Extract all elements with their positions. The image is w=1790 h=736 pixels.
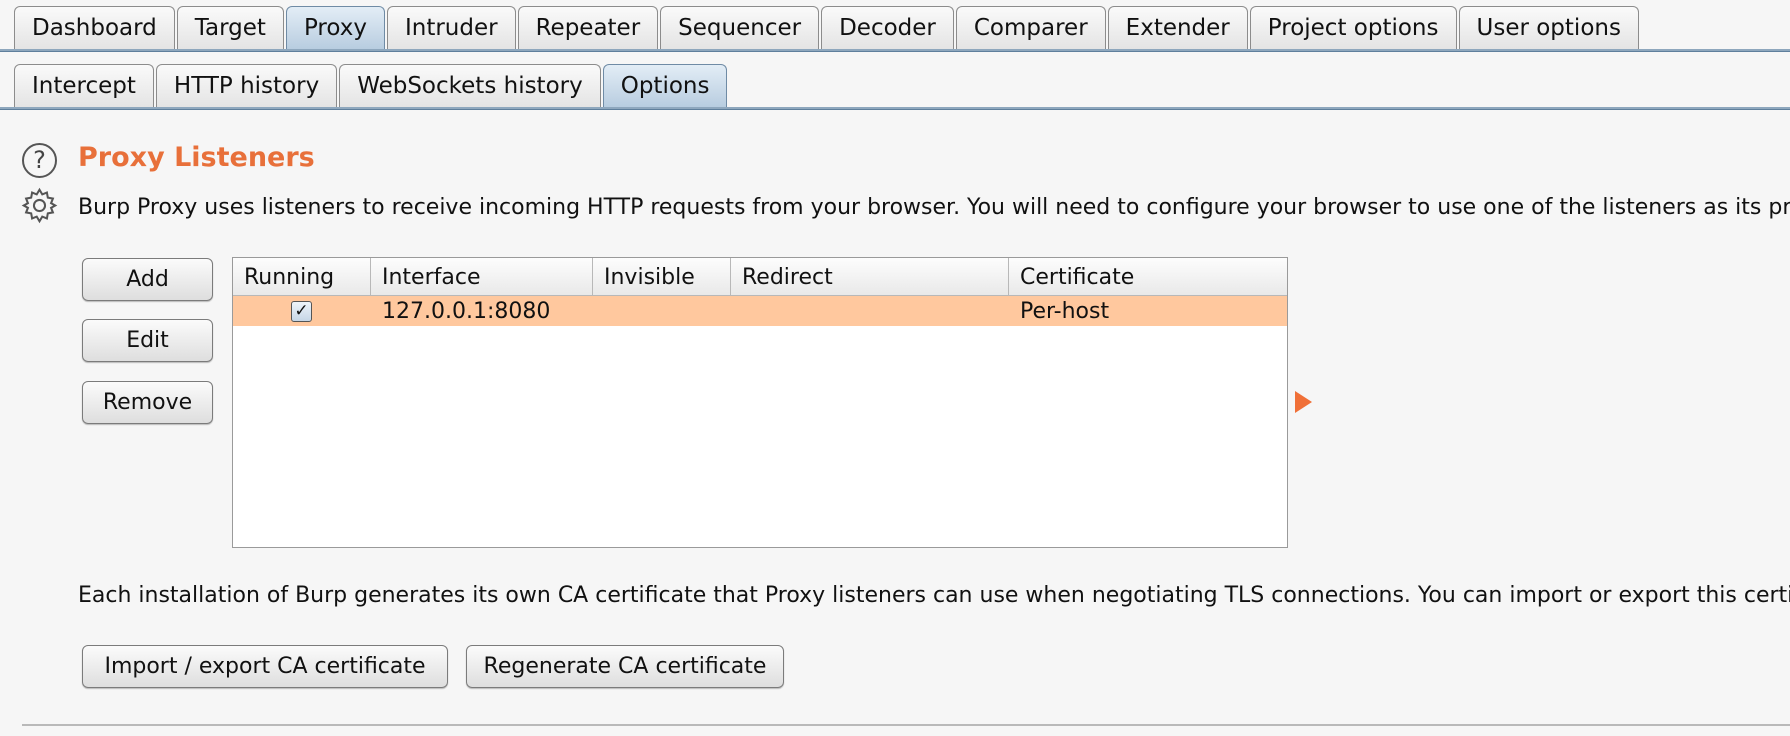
main-tab-bar-underline-dark — [0, 51, 1790, 52]
column-header-certificate[interactable]: Certificate — [1009, 258, 1287, 296]
tab-proxy[interactable]: Proxy — [285, 6, 385, 49]
gear-icon[interactable] — [21, 187, 58, 224]
listeners-table[interactable]: Running Interface Invisible Redirect Cer… — [232, 257, 1288, 548]
tab-user-options[interactable]: User options — [1458, 6, 1639, 49]
running-cell: ✓ — [233, 296, 371, 326]
proxy-sub-tab-bar: Intercept HTTP history WebSockets histor… — [0, 57, 1790, 107]
tab-decoder[interactable]: Decoder — [821, 6, 954, 49]
remove-button[interactable]: Remove — [82, 381, 213, 424]
running-checkbox[interactable]: ✓ — [291, 300, 312, 322]
interface-cell: 127.0.0.1:8080 — [382, 298, 551, 324]
tab-extender[interactable]: Extender — [1107, 6, 1248, 49]
column-header-interface[interactable]: Interface — [371, 258, 593, 296]
tab-websockets-history[interactable]: WebSockets history — [339, 64, 601, 107]
regenerate-ca-button[interactable]: Regenerate CA certificate — [466, 645, 784, 688]
tab-project-options[interactable]: Project options — [1249, 6, 1457, 49]
help-icon[interactable]: ? — [22, 143, 57, 178]
main-tab-bar: Dashboard Target Proxy Intruder Repeater… — [0, 0, 1790, 49]
section-divider — [22, 724, 1790, 726]
tab-dashboard[interactable]: Dashboard — [14, 6, 175, 49]
tab-intercept[interactable]: Intercept — [14, 64, 154, 107]
tab-sequencer[interactable]: Sequencer — [660, 6, 820, 49]
invisible-cell — [593, 296, 731, 326]
add-button[interactable]: Add — [82, 258, 213, 301]
tab-repeater[interactable]: Repeater — [517, 6, 659, 49]
expand-arrow-icon[interactable] — [1295, 391, 1312, 413]
section-title: Proxy Listeners — [78, 142, 315, 173]
redirect-cell — [731, 296, 1009, 326]
certificate-cell: Per-host — [1020, 298, 1110, 324]
tab-http-history[interactable]: HTTP history — [155, 64, 338, 107]
tab-intruder[interactable]: Intruder — [386, 6, 516, 49]
column-header-invisible[interactable]: Invisible — [593, 258, 731, 296]
edit-button[interactable]: Edit — [82, 319, 213, 362]
table-header: Running Interface Invisible Redirect Cer… — [233, 258, 1287, 296]
ca-description: Each installation of Burp generates its … — [78, 583, 1790, 608]
tab-options[interactable]: Options — [602, 64, 728, 107]
tab-target[interactable]: Target — [176, 6, 284, 49]
table-row[interactable]: ✓ 127.0.0.1:8080 Per-host — [233, 296, 1287, 326]
section-description: Burp Proxy uses listeners to receive inc… — [78, 195, 1790, 220]
column-header-running[interactable]: Running — [233, 258, 371, 296]
tab-comparer[interactable]: Comparer — [955, 6, 1106, 49]
import-export-ca-button[interactable]: Import / export CA certificate — [82, 645, 448, 688]
column-header-redirect[interactable]: Redirect — [731, 258, 1009, 296]
